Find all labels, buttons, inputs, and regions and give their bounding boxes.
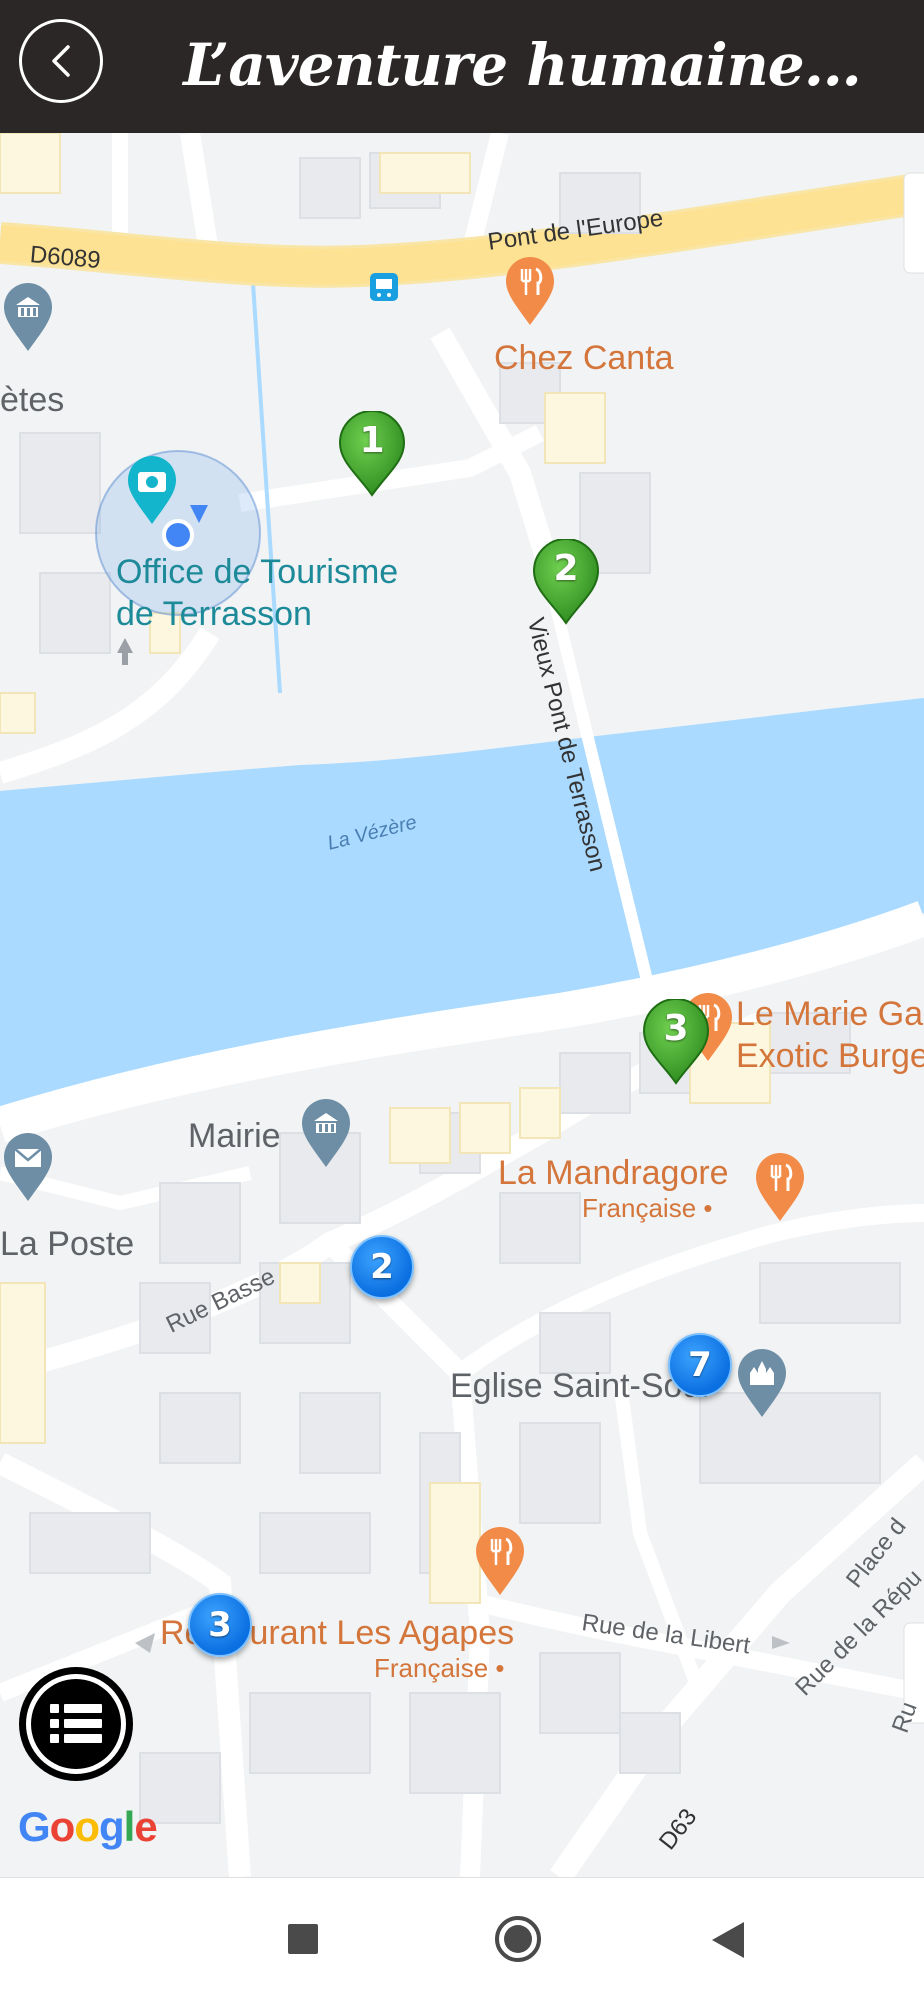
green-marker-2-label: 2 bbox=[553, 548, 579, 589]
museum-pin-icon[interactable] bbox=[2, 283, 54, 353]
map-view[interactable]: D6089 Pont de l'Europe Vieux Pont de Ter… bbox=[0, 133, 924, 1877]
restaurant-pin-icon[interactable] bbox=[474, 1527, 526, 1597]
circle-icon bbox=[495, 1916, 541, 1962]
place-label-office-tourisme[interactable]: Office de Tourisme de Terrasson bbox=[116, 551, 398, 635]
mandragore-cuisine: Française • bbox=[582, 1193, 713, 1223]
office-line-1: Office de Tourisme bbox=[116, 553, 399, 591]
page-title: L’aventure humaine… bbox=[183, 31, 861, 99]
app-header: L’aventure humaine… bbox=[0, 0, 924, 133]
place-label-fetes: ètes bbox=[0, 381, 65, 419]
restaurant-pin-icon[interactable] bbox=[504, 257, 556, 327]
agapes-cuisine: Française • bbox=[374, 1653, 505, 1683]
blue-marker-2[interactable]: 2 bbox=[350, 1235, 414, 1299]
office-line-2: de Terrasson bbox=[116, 595, 312, 633]
google-logo: Google bbox=[18, 1803, 158, 1850]
place-label-la-mandragore[interactable]: La Mandragore Française • bbox=[498, 1153, 729, 1224]
home-button[interactable] bbox=[494, 1915, 542, 1967]
marie-line-2: Exotic Burge bbox=[736, 1037, 924, 1075]
agapes-name-post: urant Les Agapes bbox=[249, 1614, 515, 1652]
town-hall-pin-icon[interactable] bbox=[300, 1099, 352, 1169]
blue-marker-7[interactable]: 7 bbox=[668, 1333, 732, 1397]
eglise-name: Eglise Saint-So bbox=[450, 1367, 683, 1405]
blue-marker-7-label: 7 bbox=[688, 1345, 712, 1385]
triangle-back-icon bbox=[712, 1922, 744, 1958]
place-label-la-poste[interactable]: La Poste bbox=[0, 1225, 134, 1264]
church-pin-icon[interactable] bbox=[736, 1349, 788, 1419]
green-marker-3[interactable]: 3 bbox=[640, 999, 712, 1085]
list-icon bbox=[50, 1704, 102, 1743]
list-button[interactable] bbox=[19, 1667, 133, 1781]
blue-marker-3-label: 3 bbox=[208, 1605, 232, 1645]
recents-button[interactable] bbox=[288, 1924, 318, 1958]
blue-marker-2-label: 2 bbox=[370, 1247, 394, 1287]
place-label-marie-galante[interactable]: Le Marie Ga Exotic Burge bbox=[736, 993, 924, 1077]
blue-marker-3[interactable]: 3 bbox=[188, 1593, 252, 1657]
green-marker-1-label: 1 bbox=[359, 420, 385, 461]
mail-pin-icon[interactable] bbox=[2, 1133, 54, 1203]
mandragore-title: La Mandragore bbox=[498, 1154, 729, 1192]
place-label-chez-canta[interactable]: Chez Canta bbox=[494, 339, 674, 378]
restaurant-pin-icon[interactable] bbox=[754, 1153, 806, 1223]
back-nav-button[interactable] bbox=[712, 1922, 744, 1962]
chevron-left-icon bbox=[52, 45, 70, 77]
green-marker-1[interactable]: 1 bbox=[336, 411, 408, 497]
green-marker-3-label: 3 bbox=[663, 1008, 689, 1049]
system-navigation-bar bbox=[0, 1877, 924, 2001]
place-label-mairie[interactable]: Mairie bbox=[188, 1117, 281, 1156]
back-button[interactable] bbox=[19, 19, 103, 103]
camera-pin-icon[interactable] bbox=[126, 456, 178, 526]
marie-line-1: Le Marie Ga bbox=[736, 995, 924, 1033]
green-marker-2[interactable]: 2 bbox=[530, 539, 602, 625]
square-icon bbox=[288, 1924, 318, 1954]
